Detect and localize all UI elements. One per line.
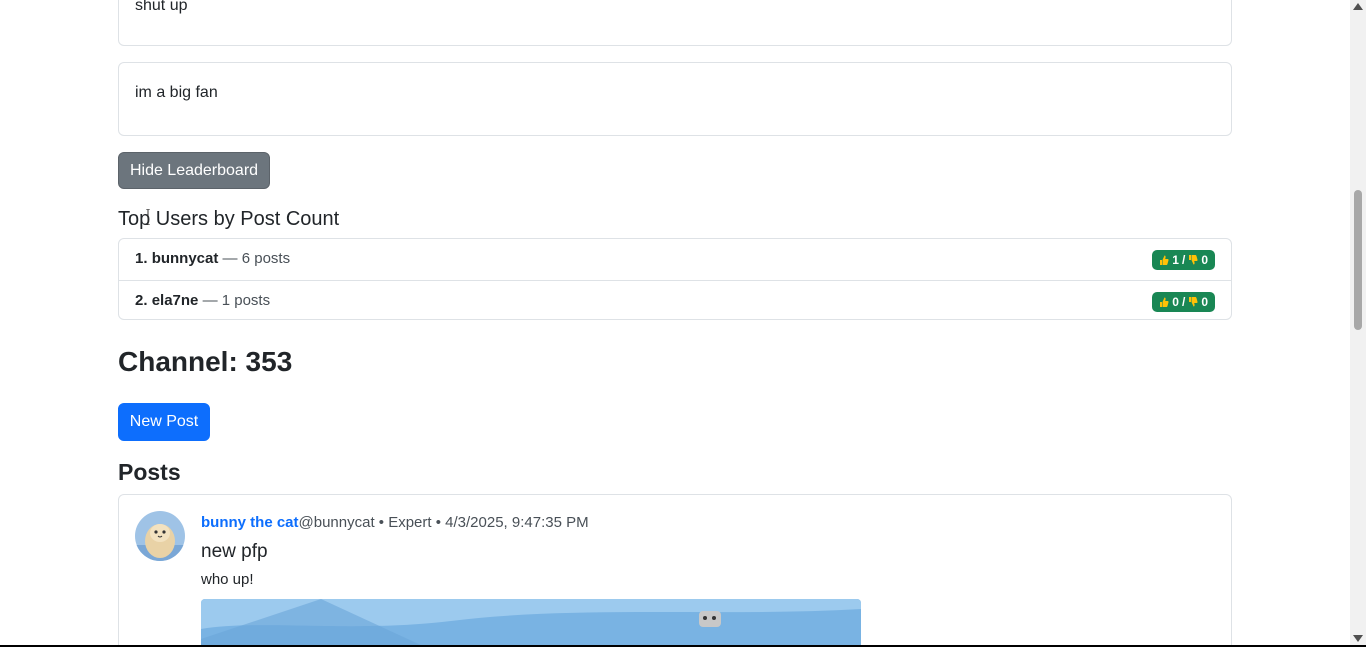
scroll-up-icon[interactable] (1353, 3, 1363, 10)
avatar[interactable] (135, 511, 185, 561)
post-title: new pfp (201, 541, 268, 562)
hide-leaderboard-button[interactable]: Hide Leaderboard (118, 152, 270, 189)
vote-badge: 0 / 0 (1152, 292, 1215, 312)
scrollbar-thumb[interactable] (1354, 190, 1362, 330)
badge-separator: / (1181, 253, 1186, 267)
dislikes-count: 0 (1201, 295, 1208, 309)
scroll-down-icon[interactable] (1353, 635, 1363, 642)
likes-count: 0 (1172, 295, 1179, 309)
page: shut up im a big fan Hide Leaderboard To… (0, 0, 1350, 645)
thumbs-up-icon (1159, 254, 1169, 266)
badge-separator: / (1181, 295, 1186, 309)
leaderboard-post-count: — 6 posts (222, 250, 291, 267)
comment-card: im a big fan (118, 62, 1232, 136)
leaderboard-rank: 1. (135, 250, 148, 267)
new-post-button[interactable]: New Post (118, 403, 210, 441)
post-image[interactable] (201, 599, 861, 645)
post-details: • Expert • 4/3/2025, 9:47:35 PM (374, 514, 589, 531)
thumbs-down-icon (1188, 254, 1198, 266)
post-handle: @bunnycat (298, 514, 375, 531)
comment-text: shut up (135, 0, 188, 14)
posts-heading: Posts (118, 459, 181, 485)
comment-card: shut up (118, 0, 1232, 46)
leaderboard-rank: 2. (135, 292, 148, 309)
leaderboard-item: 2. ela7ne — 1 posts 0 / 0 (119, 280, 1231, 321)
post-card[interactable]: bunny the cat@bunnycat • Expert • 4/3/20… (118, 494, 1232, 645)
post-author-link[interactable]: bunny the cat (201, 514, 299, 531)
likes-count: 1 (1172, 253, 1179, 267)
vote-badge: 1 / 0 (1152, 250, 1215, 270)
dislikes-count: 0 (1201, 253, 1208, 267)
text-cursor-icon (146, 209, 150, 225)
post-body: who up! (201, 571, 254, 588)
leaderboard-post-count: — 1 posts (202, 292, 271, 309)
comment-text: im a big fan (135, 84, 218, 101)
thumbs-down-icon (1188, 296, 1198, 308)
post-meta: bunny the cat@bunnycat • Expert • 4/3/20… (201, 514, 589, 531)
leaderboard-username: bunnycat (151, 250, 219, 267)
thumbs-up-icon (1159, 296, 1169, 308)
channel-title: Channel: 353 (118, 346, 293, 377)
leaderboard-item: 1. bunnycat — 6 posts 1 / 0 (119, 239, 1231, 280)
leaderboard-username: ela7ne (151, 292, 199, 309)
leaderboard-title: Top Users by Post Count (118, 208, 340, 230)
leaderboard-list: 1. bunnycat — 6 posts 1 / 0 2. ela7ne — (118, 238, 1232, 320)
vertical-scrollbar[interactable] (1350, 0, 1366, 645)
